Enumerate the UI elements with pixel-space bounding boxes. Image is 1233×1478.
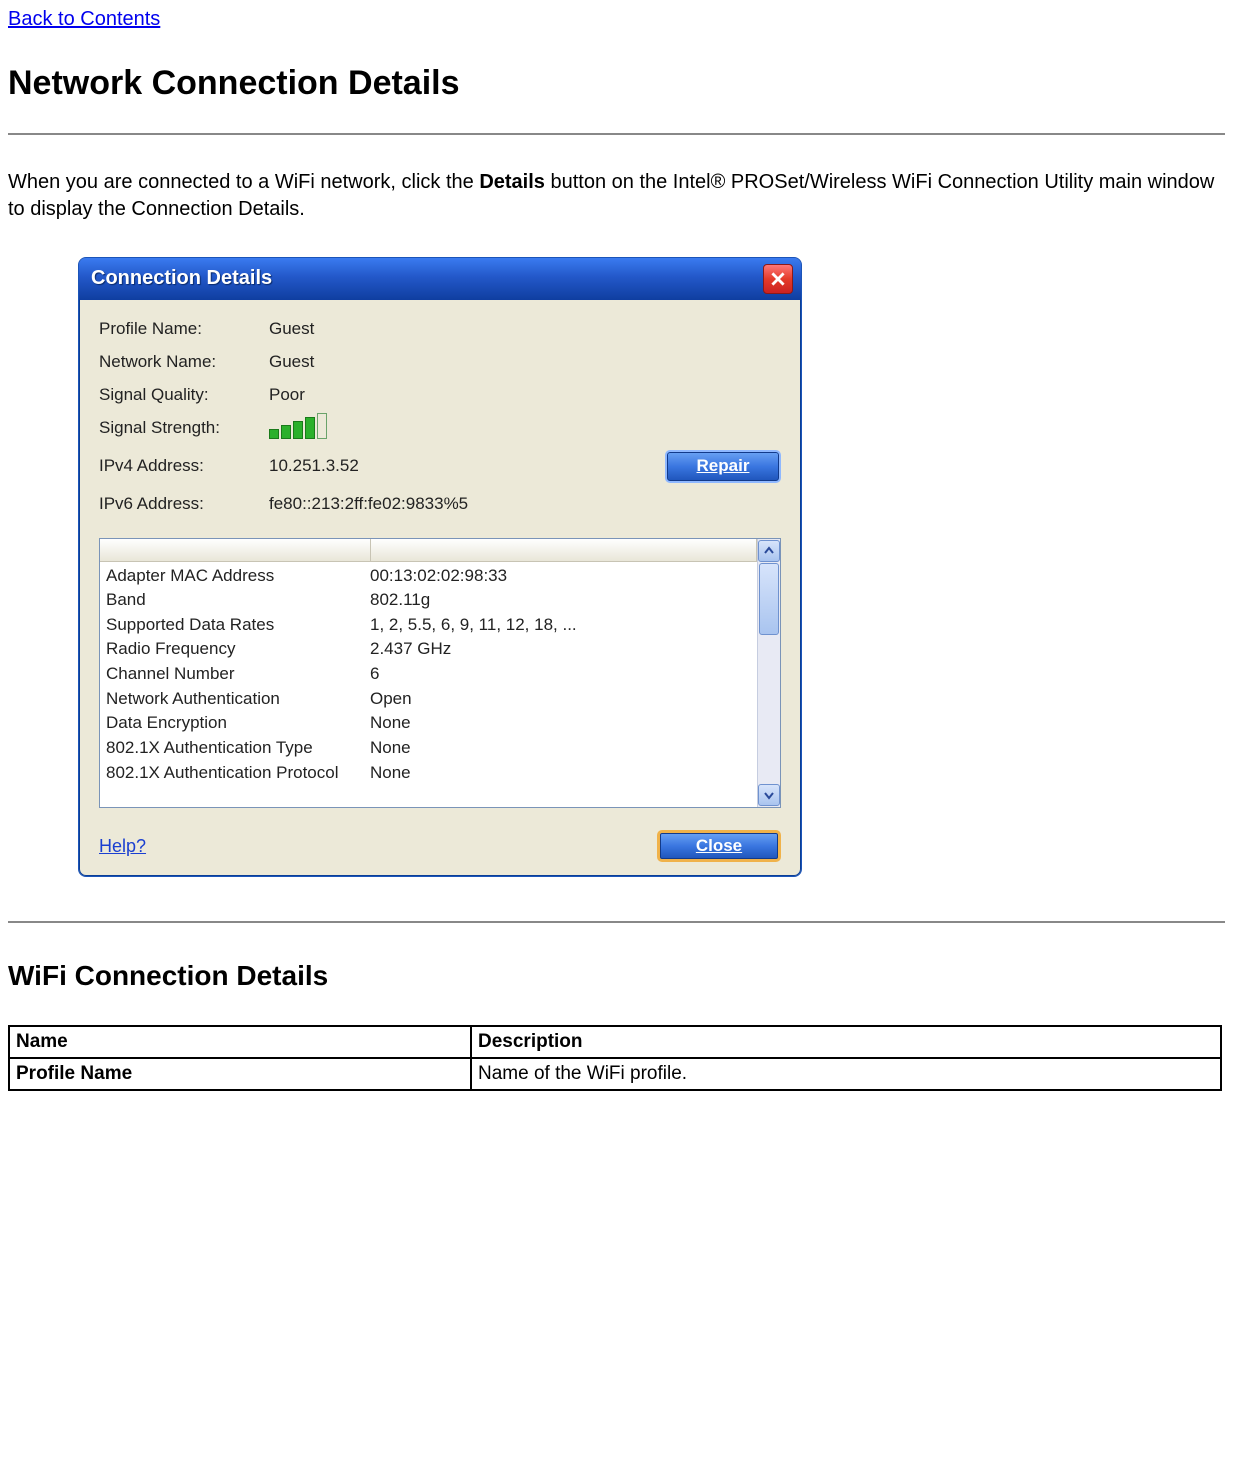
list-header-col1[interactable] <box>100 539 371 561</box>
ipv6-label: IPv6 Address: <box>99 493 269 516</box>
network-name-value: Guest <box>269 351 539 374</box>
list-item[interactable]: Channel Number6 <box>106 662 751 687</box>
connection-details-dialog: Connection Details Profile Name: Guest N… <box>78 257 802 878</box>
list-item-value: 00:13:02:02:98:33 <box>370 564 507 589</box>
list-item-value: None <box>370 711 411 736</box>
td-name: Profile Name <box>9 1058 471 1090</box>
close-button[interactable]: Close <box>657 830 781 863</box>
list-item-value: 6 <box>370 662 379 687</box>
summary-grid: Profile Name: Guest Network Name: Guest … <box>99 318 781 516</box>
details-listbox: Adapter MAC Address00:13:02:02:98:33 Ban… <box>99 538 781 808</box>
list-item-name: Adapter MAC Address <box>106 564 370 589</box>
section-title: WiFi Connection Details <box>8 957 1225 995</box>
intro-text-1: When you are connected to a WiFi network… <box>8 171 479 193</box>
chevron-up-icon <box>764 546 774 556</box>
list-item-name: Band <box>106 588 370 613</box>
divider <box>8 133 1225 135</box>
list-header <box>100 539 757 562</box>
list-item[interactable]: 802.1X Authentication TypeNone <box>106 736 751 761</box>
profile-name-label: Profile Name: <box>99 318 269 341</box>
th-description: Description <box>471 1026 1221 1058</box>
scroll-track[interactable] <box>758 563 780 783</box>
list-item[interactable]: Band802.11g <box>106 588 751 613</box>
signal-quality-label: Signal Quality: <box>99 384 269 407</box>
ipv4-value: 10.251.3.52 <box>269 455 539 478</box>
signal-strength-label: Signal Strength: <box>99 417 269 440</box>
list-item[interactable]: 802.1X Authentication ProtocolNone <box>106 761 751 786</box>
table-header-row: Name Description <box>9 1026 1221 1058</box>
list-item-name: 802.1X Authentication Type <box>106 736 370 761</box>
help-link[interactable]: Help? <box>99 834 146 858</box>
titlebar-close-button[interactable] <box>763 264 793 294</box>
list-item[interactable]: Radio Frequency2.437 GHz <box>106 637 751 662</box>
dialog-body: Profile Name: Guest Network Name: Guest … <box>79 300 801 877</box>
list-header-col2[interactable] <box>371 539 757 561</box>
signal-bars-icon <box>269 417 539 439</box>
divider <box>8 921 1225 923</box>
td-description: Name of the WiFi profile. <box>471 1058 1221 1090</box>
repair-button[interactable]: Repair <box>665 450 781 483</box>
intro-paragraph: When you are connected to a WiFi network… <box>8 169 1225 223</box>
ipv4-label: IPv4 Address: <box>99 455 269 478</box>
dialog-titlebar: Connection Details <box>79 258 801 300</box>
page-title: Network Connection Details <box>8 61 1225 107</box>
list-item[interactable]: Network AuthenticationOpen <box>106 687 751 712</box>
back-to-contents-link[interactable]: Back to Contents <box>8 8 160 30</box>
list-item[interactable]: Data EncryptionNone <box>106 711 751 736</box>
list-item-name: 802.1X Authentication Protocol <box>106 761 370 786</box>
signal-quality-value: Poor <box>269 384 539 407</box>
scroll-down-button[interactable] <box>758 784 780 806</box>
scroll-up-button[interactable] <box>758 540 780 562</box>
profile-name-value: Guest <box>269 318 539 341</box>
network-name-label: Network Name: <box>99 351 269 374</box>
list-item-value: 2.437 GHz <box>370 637 451 662</box>
list-item-name: Radio Frequency <box>106 637 370 662</box>
list-content: Adapter MAC Address00:13:02:02:98:33 Ban… <box>100 539 757 807</box>
table-row: Profile Name Name of the WiFi profile. <box>9 1058 1221 1090</box>
signal-strength-value <box>269 417 539 439</box>
list-item-value: Open <box>370 687 412 712</box>
list-item[interactable]: Adapter MAC Address00:13:02:02:98:33 <box>106 564 751 589</box>
list-item-name: Data Encryption <box>106 711 370 736</box>
chevron-down-icon <box>764 790 774 800</box>
scroll-thumb[interactable] <box>759 563 779 635</box>
list-rows: Adapter MAC Address00:13:02:02:98:33 Ban… <box>100 562 757 788</box>
ipv6-value: fe80::213:2ff:fe02:9833%5 <box>269 493 539 516</box>
list-item-value: None <box>370 761 411 786</box>
list-item-value: None <box>370 736 411 761</box>
list-item-name: Supported Data Rates <box>106 613 370 638</box>
list-item-name: Channel Number <box>106 662 370 687</box>
definition-table: Name Description Profile Name Name of th… <box>8 1025 1222 1090</box>
list-item-value: 802.11g <box>370 588 430 613</box>
dialog-footer: Help? Close <box>99 830 781 863</box>
th-name: Name <box>9 1026 471 1058</box>
close-icon <box>771 272 785 286</box>
list-item-value: 1, 2, 5.5, 6, 9, 11, 12, 18, ... <box>370 613 577 638</box>
list-item[interactable]: Supported Data Rates1, 2, 5.5, 6, 9, 11,… <box>106 613 751 638</box>
dialog-title: Connection Details <box>91 265 763 292</box>
scrollbar[interactable] <box>757 539 780 807</box>
list-item-name: Network Authentication <box>106 687 370 712</box>
intro-bold: Details <box>479 171 545 193</box>
